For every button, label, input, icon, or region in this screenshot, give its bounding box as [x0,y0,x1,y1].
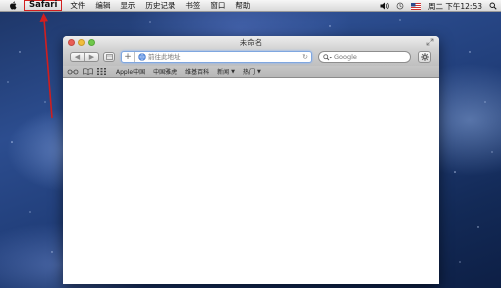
window-titlebar[interactable]: 未命名 [63,36,439,49]
time-machine-icon[interactable] [396,2,404,10]
menu-bookmarks[interactable]: 书签 [180,0,205,12]
volume-icon[interactable] [380,2,389,10]
window-title: 未命名 [239,38,263,47]
search-input[interactable] [334,52,404,62]
settings-button[interactable] [418,51,431,63]
show-bookmarks-icon[interactable] [83,68,93,75]
zoom-button[interactable] [88,39,95,46]
forward-button[interactable]: ▶ [84,53,98,61]
safari-window: 未命名 ◀ ▶ + ↻ [63,36,439,284]
menu-edit[interactable]: 编辑 [90,0,115,12]
browser-toolbar: ◀ ▶ + ↻ [63,49,439,66]
bookmark-label: 维基百科 [185,69,210,76]
bookmark-label: 新闻 [217,69,230,76]
bookmark-folder-news[interactable]: 新闻 ▼ [217,67,235,77]
us-flag-icon[interactable] [411,2,421,10]
menubar-clock[interactable]: 周二 下午12:53 [428,1,482,12]
search-bar[interactable] [318,51,411,63]
menu-window[interactable]: 窗口 [205,0,230,12]
address-input[interactable] [148,52,288,62]
bookmark-folder-popular[interactable]: 热门 ▼ [243,67,261,77]
back-button[interactable]: ◀ [71,53,84,61]
globe-icon [138,53,146,61]
close-button[interactable] [68,39,75,46]
share-button[interactable] [103,52,115,62]
fullscreen-icon[interactable] [426,38,434,48]
menu-history[interactable]: 历史记录 [140,0,180,12]
share-icon [105,54,113,60]
gear-icon [420,53,429,61]
bookmark-label: 热门 [243,69,256,76]
bookmarks-bar: Apple中国 中国雅虎 维基百科 新闻 ▼ 热门 ▼ [63,66,439,78]
bookmark-yahoo-china[interactable]: 中国雅虎 [153,67,177,76]
minimize-button[interactable] [78,39,85,46]
bookmark-label: Apple中国 [116,69,146,76]
bookmark-label: 中国雅虎 [153,69,178,76]
chevron-down-icon: ▼ [231,68,235,75]
reading-list-icon[interactable] [67,69,79,75]
search-icon[interactable] [323,53,332,61]
menu-view[interactable]: 显示 [115,0,140,12]
reload-icon[interactable]: ↻ [302,53,308,61]
address-bar[interactable]: + ↻ [121,51,312,63]
chevron-down-icon: ▼ [257,68,261,75]
top-sites-icon[interactable] [97,68,106,75]
bookmark-wikipedia[interactable]: 维基百科 [185,67,209,76]
add-bookmark-icon[interactable]: + [122,52,135,62]
bookmark-apple-china[interactable]: Apple中国 [116,67,145,76]
page-content[interactable] [63,78,439,284]
menu-help[interactable]: 帮助 [230,0,255,12]
spotlight-search-icon[interactable] [489,2,497,10]
back-forward-group: ◀ ▶ [70,52,99,62]
